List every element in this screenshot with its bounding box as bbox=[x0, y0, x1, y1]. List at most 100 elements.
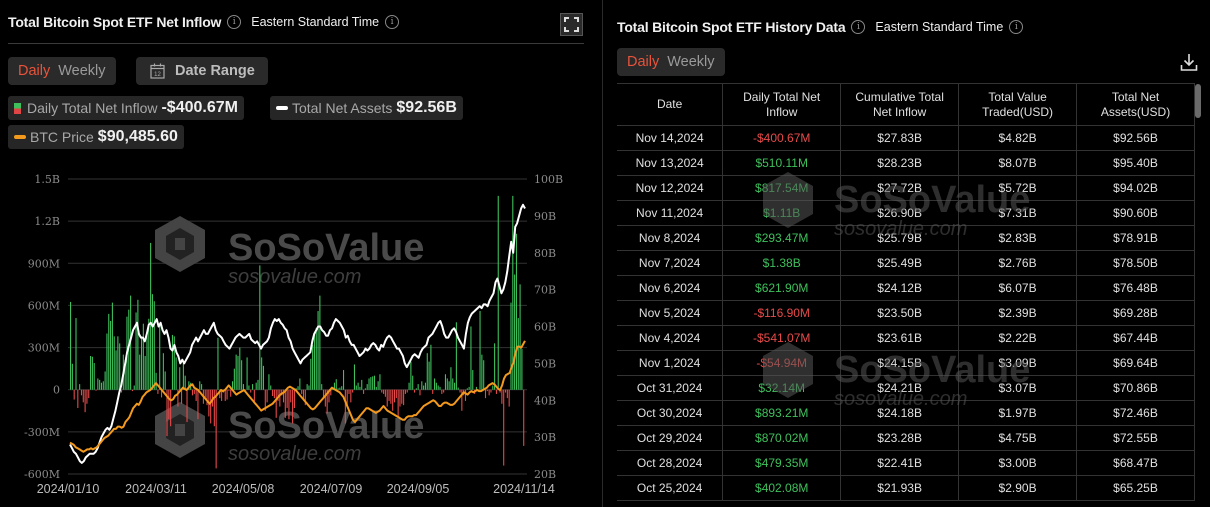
table-row[interactable]: Oct 29,2024 $870.02M $23.28B $4.75B $72.55B bbox=[617, 425, 1195, 451]
table-row[interactable]: Nov 12,2024 $817.54M $27.72B $5.72B $94.02B bbox=[617, 175, 1195, 201]
inflow-bar bbox=[140, 336, 143, 390]
column-header-date[interactable]: Date bbox=[617, 83, 724, 126]
inflow-bar bbox=[424, 382, 426, 390]
table-row[interactable]: Nov 1,2024 -$54.94M $24.15B $3.09B $69.64B bbox=[617, 350, 1195, 376]
inflow-bar bbox=[86, 389, 88, 404]
cumulative-inflow-cell: $28.23B bbox=[840, 150, 960, 176]
table-row[interactable]: Nov 13,2024 $510.11M $28.23B $8.07B $95.40B bbox=[617, 150, 1195, 176]
tab-weekly[interactable]: Weekly bbox=[54, 63, 109, 79]
daily-inflow-cell: $402.08M bbox=[722, 475, 842, 501]
inflow-bar bbox=[159, 325, 161, 390]
column-header-net-assets[interactable]: Total Net Assets(USD) bbox=[1076, 83, 1195, 126]
legend-btc-price[interactable]: BTC Price $90,485.60 bbox=[8, 125, 184, 149]
net-assets-cell: $65.25B bbox=[1076, 475, 1195, 501]
column-header-value-traded[interactable]: Total Value Traded(USD) bbox=[958, 83, 1078, 126]
inflow-bar bbox=[248, 385, 250, 390]
daily-inflow-cell: $1.11B bbox=[722, 200, 842, 226]
inflow-bar bbox=[99, 379, 101, 390]
table-row[interactable]: Nov 4,2024 -$541.07M $23.61B $2.22B $67.44B bbox=[617, 325, 1195, 351]
inflow-bar bbox=[235, 354, 237, 390]
inflow-bar bbox=[454, 382, 456, 390]
table-row[interactable]: Nov 5,2024 -$116.90M $23.50B $2.39B $69.28B bbox=[617, 300, 1195, 326]
daily-inflow-cell: -$541.07M bbox=[722, 325, 842, 351]
tab-daily[interactable]: Daily bbox=[14, 63, 54, 79]
inflow-bar bbox=[224, 389, 226, 401]
inflow-bar bbox=[373, 375, 376, 390]
daily-inflow-cell: $1.38B bbox=[722, 250, 842, 276]
inflow-bar bbox=[521, 348, 523, 390]
value-traded-cell: $8.07B bbox=[958, 150, 1078, 176]
inflow-bar bbox=[151, 294, 153, 390]
table-row[interactable]: Oct 25,2024 $402.08M $21.93B $2.90B $65.25B bbox=[617, 475, 1195, 501]
table-scrollbar[interactable] bbox=[1195, 84, 1201, 118]
column-header-cumulative-inflow[interactable]: Cumulative Total Net Inflow bbox=[840, 83, 960, 126]
inflow-bar bbox=[88, 389, 90, 399]
table-row[interactable]: Nov 6,2024 $621.90M $24.12B $6.07B $76.48B bbox=[617, 275, 1195, 301]
date-cell: Nov 12,2024 bbox=[617, 175, 724, 201]
inflow-bar bbox=[492, 385, 494, 390]
bar-swatch-icon bbox=[14, 102, 21, 114]
x-tick: 2024/03/11 bbox=[125, 482, 187, 496]
info-icon[interactable]: i bbox=[851, 20, 866, 34]
inflow-bar bbox=[199, 381, 201, 390]
info-icon[interactable]: i bbox=[227, 15, 242, 29]
history-table: Date Daily Total Net Inflow Cumulative T… bbox=[617, 83, 1195, 501]
download-icon[interactable] bbox=[1180, 52, 1198, 72]
inflow-bar bbox=[375, 386, 377, 390]
inflow-bar bbox=[261, 357, 263, 390]
y-tick-left: -600M bbox=[24, 468, 60, 481]
date-cell: Oct 31,2024 bbox=[617, 375, 724, 401]
inflow-bar bbox=[100, 382, 103, 390]
date-range-button[interactable]: 12 Date Range bbox=[136, 57, 268, 85]
inflow-bar bbox=[423, 385, 425, 390]
tab-daily[interactable]: Daily bbox=[623, 54, 663, 70]
inflow-bar bbox=[415, 388, 417, 390]
inflow-bar bbox=[142, 323, 144, 390]
inflow-bar bbox=[321, 384, 323, 390]
inflow-bar bbox=[444, 374, 447, 390]
timezone-info-icon[interactable]: i bbox=[385, 15, 400, 29]
net-assets-cell: $78.50B bbox=[1076, 250, 1195, 276]
x-tick: 2024/11/14 bbox=[493, 482, 555, 496]
inflow-bar bbox=[75, 318, 77, 390]
inflow-bar bbox=[384, 389, 386, 397]
timezone-info-icon[interactable]: i bbox=[1009, 20, 1024, 34]
table-row[interactable]: Oct 31,2024 $32.14M $24.21B $3.07B $70.86B bbox=[617, 375, 1195, 401]
inflow-bar bbox=[397, 389, 399, 417]
inflow-bar bbox=[313, 333, 315, 390]
inflow-bar bbox=[350, 389, 352, 403]
date-cell: Nov 6,2024 bbox=[617, 275, 724, 301]
fullscreen-button[interactable] bbox=[560, 13, 583, 36]
y-tick-left: 0 bbox=[53, 384, 60, 397]
inflow-bar bbox=[286, 389, 288, 408]
inflow-bar bbox=[379, 374, 381, 390]
table-row[interactable]: Nov 14,2024 -$400.67M $27.83B $4.82B $92.56B bbox=[617, 125, 1195, 151]
legend-daily-inflow[interactable]: Daily Total Net Inflow -$400.67M bbox=[8, 96, 244, 120]
table-row[interactable]: Oct 28,2024 $479.35M $22.41B $3.00B $68.47B bbox=[617, 450, 1195, 476]
chart-header: Total Bitcoin Spot ETF Net Inflow i East… bbox=[8, 14, 400, 30]
inflow-bar bbox=[430, 344, 432, 390]
inflow-bar bbox=[361, 379, 363, 390]
table-row[interactable]: Oct 30,2024 $893.21M $24.18B $1.97B $72.46B bbox=[617, 400, 1195, 426]
table-row[interactable]: Nov 8,2024 $293.47M $25.79B $2.83B $78.91B bbox=[617, 225, 1195, 251]
net-assets-cell: $94.02B bbox=[1076, 175, 1195, 201]
y-tick-left: -300M bbox=[24, 426, 60, 439]
inflow-bar bbox=[272, 389, 274, 397]
inflow-bar bbox=[297, 386, 299, 390]
column-header-daily-inflow[interactable]: Daily Total Net Inflow bbox=[722, 83, 842, 126]
chart-title: Total Bitcoin Spot ETF Net Inflow bbox=[8, 14, 222, 30]
value-traded-cell: $4.75B bbox=[958, 425, 1078, 451]
table-row[interactable]: Nov 11,2024 $1.11B $26.90B $7.31B $90.60B bbox=[617, 200, 1195, 226]
inflow-bar bbox=[393, 389, 396, 403]
inflow-bar bbox=[246, 357, 248, 390]
inflow-bar bbox=[206, 389, 208, 406]
inflow-bar bbox=[366, 384, 368, 390]
inflow-bar bbox=[73, 389, 75, 400]
y-tick-right: 30B bbox=[534, 431, 556, 444]
table-row[interactable]: Nov 7,2024 $1.38B $25.49B $2.76B $78.50B bbox=[617, 250, 1195, 276]
net-inflow-chart[interactable]: SoSoValue sosovalue.com SoSoValue sosova… bbox=[0, 160, 600, 507]
tab-weekly[interactable]: Weekly bbox=[663, 54, 718, 70]
legend-total-net-assets[interactable]: Total Net Assets $92.56B bbox=[270, 96, 463, 120]
inflow-bar bbox=[273, 389, 275, 399]
inflow-bar bbox=[357, 382, 359, 390]
